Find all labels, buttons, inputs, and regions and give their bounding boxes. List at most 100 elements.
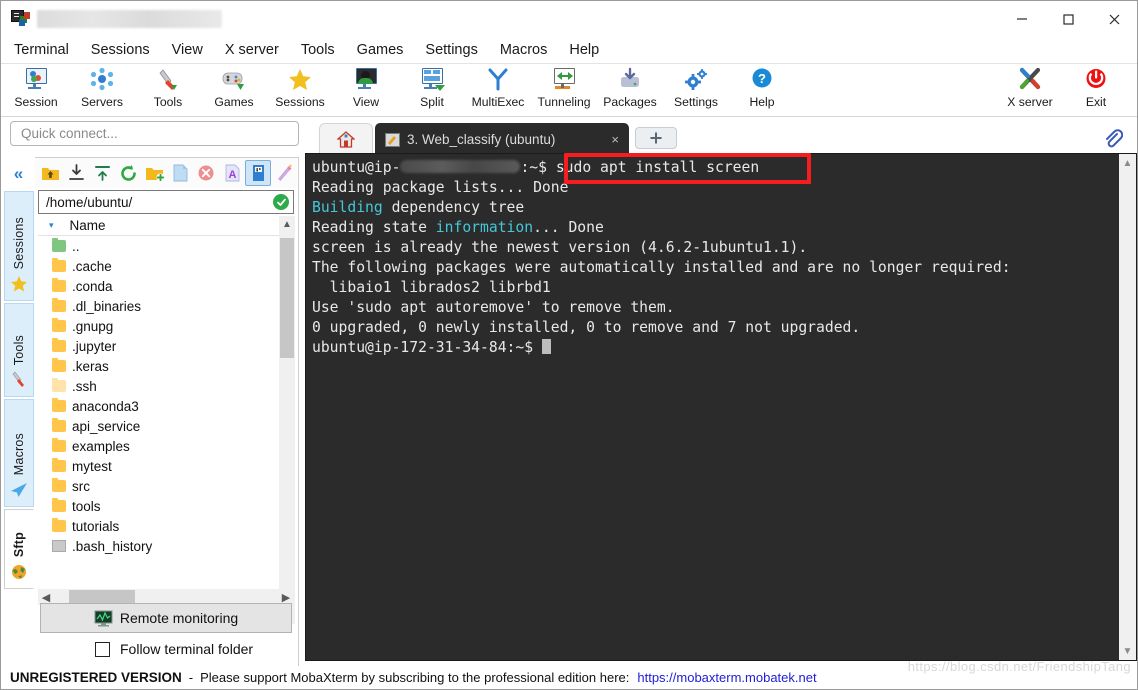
window-title-redacted — [37, 10, 222, 28]
scroll-up-arrow-icon[interactable]: ▲ — [279, 216, 295, 233]
folder-icon — [52, 378, 66, 392]
home-tab[interactable] — [319, 123, 373, 155]
star-icon — [9, 274, 29, 294]
toolbar-multiexec-label: MultiExec — [471, 95, 525, 109]
toolbar-tools-button[interactable]: Tools — [135, 64, 201, 116]
download-icon[interactable] — [64, 160, 90, 186]
tab-web-classify[interactable]: 3. Web_classify (ubuntu) × — [375, 123, 629, 156]
scrollbar-thumb-horizontal[interactable] — [69, 590, 135, 604]
menu-view[interactable]: View — [161, 40, 214, 60]
toolbar-exit-button[interactable]: Exit — [1063, 64, 1129, 116]
servers-network-icon — [88, 67, 116, 93]
list-item[interactable]: .. — [38, 236, 294, 256]
svg-text:?: ? — [758, 71, 766, 86]
status-message: Please support MobaXterm by subscribing … — [200, 670, 630, 685]
list-item[interactable]: .jupyter — [38, 336, 294, 356]
list-item[interactable]: .conda — [38, 276, 294, 296]
terminal-output[interactable]: ubuntu@ip-:~$ sudo apt install screen Re… — [312, 158, 1116, 658]
list-item[interactable]: tools — [38, 496, 294, 516]
terminal-scrollbar[interactable]: ▲ ▼ — [1119, 154, 1136, 660]
upload-icon[interactable] — [90, 160, 116, 186]
remote-monitoring-button[interactable]: Remote monitoring — [40, 603, 292, 633]
maximize-button[interactable] — [1045, 1, 1091, 37]
toolbar-multiexec-button[interactable]: MultiExec — [465, 64, 531, 116]
list-item[interactable]: .cache — [38, 256, 294, 276]
new-folder-icon[interactable] — [142, 160, 168, 186]
file-list-header[interactable]: ▾ Name — [38, 216, 294, 236]
sidebar-tab-sftp[interactable]: Sftp — [4, 509, 34, 589]
binary-mode-icon[interactable] — [245, 160, 272, 186]
attachment-clip-icon[interactable] — [1103, 129, 1124, 149]
list-item[interactable]: tutorials — [38, 516, 294, 536]
menu-macros[interactable]: Macros — [489, 40, 559, 60]
toolbar-session-button[interactable]: Session — [3, 64, 69, 116]
remote-path-input[interactable]: /home/ubuntu/ — [38, 190, 294, 214]
minimize-button[interactable] — [999, 1, 1045, 37]
close-button[interactable] — [1091, 1, 1137, 37]
collapse-sidebar-button[interactable]: « — [2, 157, 35, 191]
toolbar-x-server-button[interactable]: X server — [997, 64, 1063, 116]
sidebar-tab-sessions[interactable]: Sessions — [4, 191, 34, 301]
edit-wand-icon[interactable] — [271, 160, 297, 186]
quick-connect-placeholder: Quick connect... — [21, 126, 118, 141]
sidebar-tab-tools[interactable]: Tools — [4, 303, 34, 397]
list-item[interactable]: examples — [38, 436, 294, 456]
menu-settings[interactable]: Settings — [414, 40, 488, 60]
list-item[interactable]: api_service — [38, 416, 294, 436]
list-item[interactable]: .ssh — [38, 376, 294, 396]
tab-close-icon[interactable]: × — [611, 132, 619, 147]
follow-terminal-folder-row[interactable]: Follow terminal folder — [40, 636, 292, 662]
menu-bar: Terminal Sessions View X server Tools Ga… — [1, 37, 1137, 64]
list-item[interactable]: .bash_history — [38, 536, 294, 556]
tab-label: 3. Web_classify (ubuntu) — [407, 132, 556, 147]
toolbar-games-button[interactable]: Games — [201, 64, 267, 116]
terminal-panel[interactable]: ubuntu@ip-:~$ sudo apt install screen Re… — [305, 153, 1137, 661]
delete-icon[interactable] — [193, 160, 219, 186]
terminal-prompt-user: ubuntu@ip- — [312, 159, 401, 176]
menu-games[interactable]: Games — [346, 40, 415, 60]
menu-sessions[interactable]: Sessions — [80, 40, 161, 60]
go-up-folder-icon[interactable] — [38, 160, 64, 186]
toolbar-help-label: Help — [749, 95, 775, 109]
terminal-scroll-down-icon[interactable]: ▼ — [1119, 642, 1136, 660]
follow-terminal-folder-checkbox[interactable] — [95, 641, 110, 657]
list-item[interactable]: anaconda3 — [38, 396, 294, 416]
list-item[interactable]: .gnupg — [38, 316, 294, 336]
new-file-icon[interactable] — [168, 160, 194, 186]
toolbar-tunneling-button[interactable]: Tunneling — [531, 64, 597, 116]
sidebar-tab-macros[interactable]: Macros — [4, 399, 34, 507]
toolbar-sessions-button[interactable]: Sessions — [267, 64, 333, 116]
list-item[interactable]: src — [38, 476, 294, 496]
terminal-scroll-up-icon[interactable]: ▲ — [1119, 154, 1136, 172]
svg-text:A: A — [228, 169, 236, 181]
toolbar-settings-button[interactable]: Settings — [663, 64, 729, 116]
menu-terminal[interactable]: Terminal — [3, 40, 80, 60]
terminal-session-icon — [385, 132, 400, 147]
folder-icon — [52, 258, 66, 272]
toolbar-packages-button[interactable]: Packages — [597, 64, 663, 116]
new-tab-button[interactable] — [635, 127, 677, 149]
toolbar-split-button[interactable]: Split — [399, 64, 465, 116]
packages-download-icon — [616, 67, 644, 93]
file-list-vertical-scrollbar[interactable]: ▲ ▼ — [279, 216, 295, 624]
list-item[interactable]: .dl_binaries — [38, 296, 294, 316]
terminal-line: Reading state information... Done — [312, 219, 604, 236]
toolbar-help-button[interactable]: ? Help — [729, 64, 795, 116]
terminal-text: ... Done — [533, 219, 604, 236]
menu-help[interactable]: Help — [558, 40, 610, 60]
menu-tools[interactable]: Tools — [290, 40, 346, 60]
scrollbar-thumb[interactable] — [280, 238, 294, 358]
list-item[interactable]: .keras — [38, 356, 294, 376]
mobaxterm-purchase-link[interactable]: https://mobaxterm.mobatek.net — [637, 670, 816, 685]
file-list[interactable]: .. .cache .conda .dl_binaries .gnupg .ju… — [38, 236, 294, 624]
menu-x-server[interactable]: X server — [214, 40, 290, 60]
file-name: .dl_binaries — [72, 298, 142, 314]
toolbar-view-button[interactable]: View — [333, 64, 399, 116]
text-mode-icon[interactable]: A — [219, 160, 245, 186]
toolbar-servers-button[interactable]: Servers — [69, 64, 135, 116]
folder-icon — [52, 358, 66, 372]
toolbar-tunneling-label: Tunneling — [537, 95, 591, 109]
list-item[interactable]: mytest — [38, 456, 294, 476]
quick-connect-input[interactable]: Quick connect... — [10, 121, 299, 146]
refresh-icon[interactable] — [116, 160, 142, 186]
